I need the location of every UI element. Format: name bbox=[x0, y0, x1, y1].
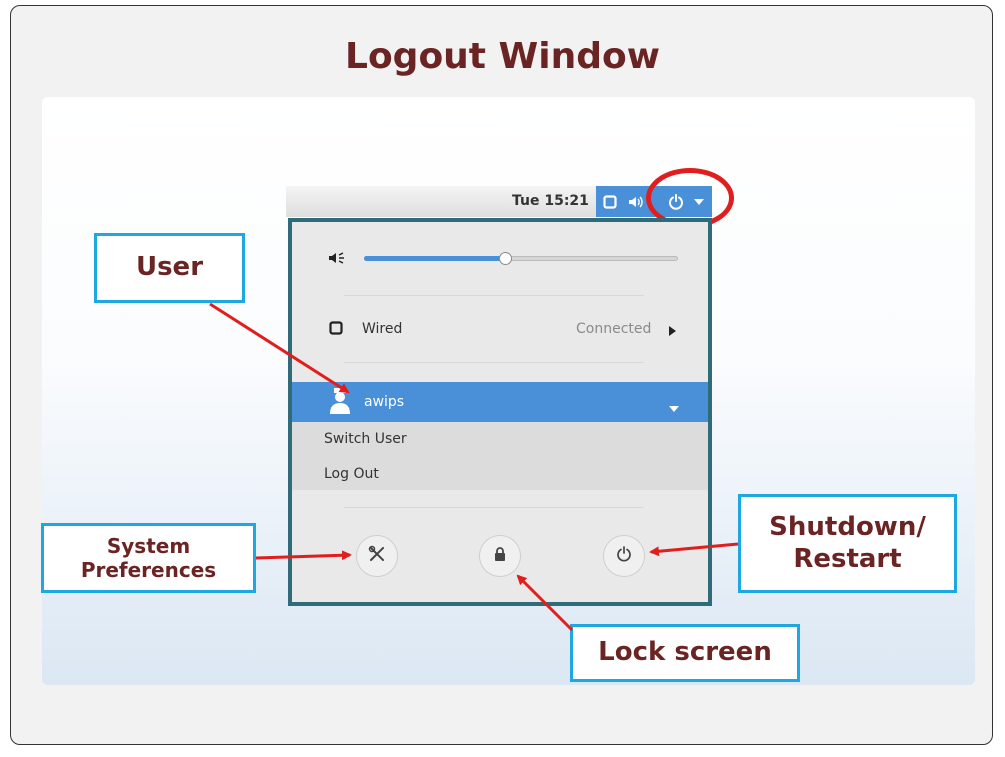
annotation-arrows bbox=[209, 302, 739, 632]
lock-screen-arrow bbox=[516, 574, 574, 632]
user-arrow bbox=[209, 302, 350, 394]
system-preferences-arrow bbox=[255, 550, 352, 561]
shutdown-restart-arrow bbox=[649, 542, 739, 557]
